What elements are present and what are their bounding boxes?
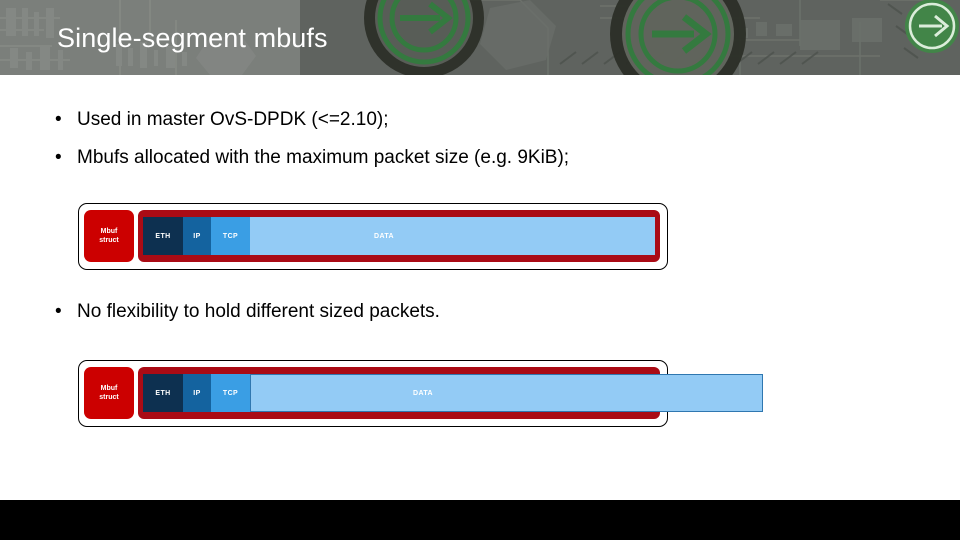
bullet-text: No flexibility to hold different sized p… [77, 301, 440, 322]
mbuf-struct-box: Mbuf struct [84, 367, 134, 419]
segment-ip: IP [183, 374, 211, 412]
bullet-marker: • [55, 147, 62, 168]
mbuf-struct-label-line2: struct [99, 237, 119, 244]
bullet-marker: • [55, 301, 62, 322]
segment-tcp: TCP [211, 374, 250, 412]
segment-tcp-label: TCP [222, 389, 239, 397]
segment-eth: ETH [143, 217, 183, 255]
mbuf-data-region [138, 210, 660, 262]
segment-data: DATA [250, 217, 655, 255]
mbuf-struct-box: Mbuf struct [84, 210, 134, 262]
segment-ip-label: IP [193, 232, 201, 240]
bullet-text: Mbufs allocated with the maximum packet … [77, 147, 570, 168]
mbuf-diagram-overflowing: Mbuf struct ETH IP TCP DATA [0, 0, 960, 540]
bullet-item-1: • Used in master OvS-DPDK (<=2.10); [55, 108, 389, 132]
segment-ip: IP [183, 217, 211, 255]
segment-tcp: TCP [211, 217, 250, 255]
packet-segments: ETH IP TCP DATA [143, 217, 655, 255]
mbuf-outer-outline [78, 360, 668, 427]
footer-bar [0, 500, 960, 540]
mbuf-outer-outline [78, 203, 668, 270]
mbuf-struct-label-line2: struct [99, 394, 119, 401]
bullet-item-3: • No flexibility to hold different sized… [55, 300, 440, 324]
mbuf-struct-label-line1: Mbuf [100, 385, 118, 392]
bullet-item-2: • Mbufs allocated with the maximum packe… [55, 146, 569, 170]
segment-eth: ETH [143, 374, 183, 412]
segment-data-label: DATA [413, 389, 434, 397]
packet-segments: ETH IP TCP DATA [143, 374, 763, 412]
bullet-marker: • [55, 109, 62, 130]
segment-eth-label: ETH [155, 232, 171, 240]
mbuf-data-region [138, 367, 660, 419]
mbuf-diagram-fitting: Mbuf struct ETH IP TCP DATA [0, 0, 960, 540]
segment-ip-label: IP [193, 389, 201, 397]
segment-tcp-label: TCP [222, 232, 239, 240]
segment-data-overflow: DATA [250, 374, 763, 412]
segment-data-label: DATA [374, 232, 395, 240]
page-title: Single-segment mbufs [57, 23, 328, 53]
slide-header: Single-segment mbufs [0, 0, 960, 75]
mbuf-struct-label-line1: Mbuf [100, 228, 118, 235]
bullet-text: Used in master OvS-DPDK (<=2.10); [77, 109, 389, 130]
segment-eth-label: ETH [155, 389, 171, 397]
